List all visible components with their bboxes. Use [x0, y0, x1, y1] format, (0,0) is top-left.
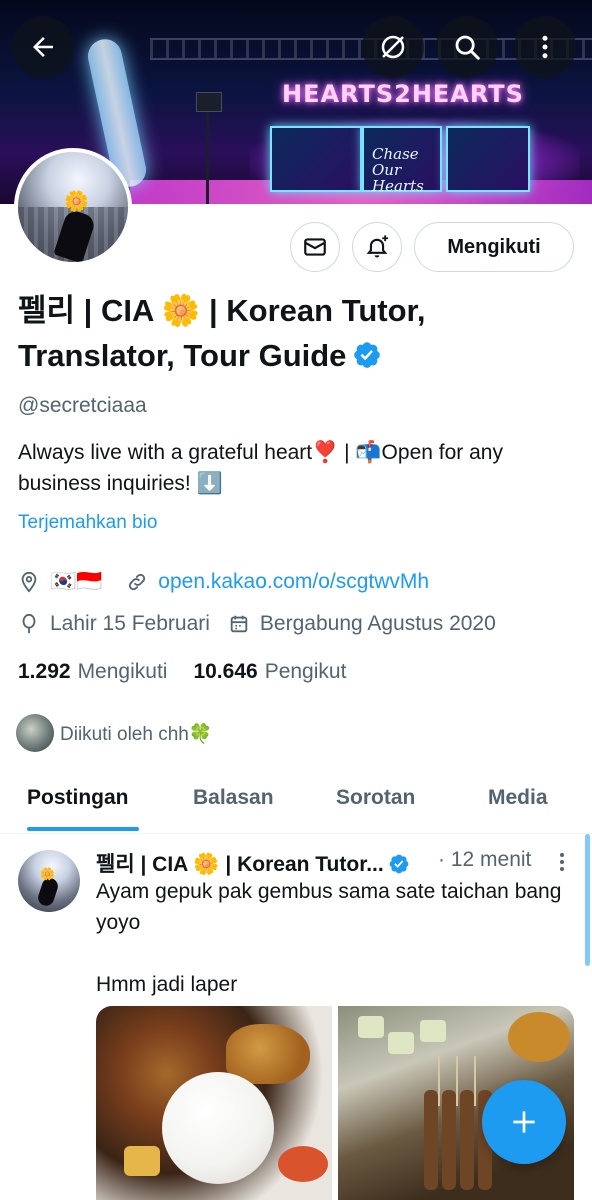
peanut-sauce-shape: [508, 1012, 570, 1062]
profile-location: 🇰🇷🇮🇩: [50, 570, 103, 593]
camera-stand: [206, 112, 209, 204]
meta-row-location-link: 🇰🇷🇮🇩 open.kakao.com/o/scgtwvMh: [18, 570, 429, 594]
skewer-stick: [438, 1056, 440, 1106]
camera-shape: [196, 92, 222, 112]
post-text: Ayam gepuk pak gembus sama sate taichan …: [96, 880, 562, 996]
tab-highlights[interactable]: Sorotan: [336, 786, 415, 810]
display-name-block: 펠리 | CIA 🌼 | Korean Tutor, Translator, T…: [18, 288, 578, 378]
satay-skewer: [424, 1090, 438, 1190]
back-button[interactable]: [12, 16, 74, 78]
more-vertical-icon: [542, 35, 548, 59]
lontong-shape: [420, 1020, 446, 1042]
arrow-left-icon: [33, 37, 53, 57]
location-pin-icon: [18, 571, 40, 593]
follower-avatar[interactable]: [16, 714, 54, 752]
hide-button[interactable]: [362, 16, 424, 78]
followed-by-text[interactable]: Diikuti oleh chh🍀: [60, 722, 213, 746]
profile-handle: @secretciaaa: [18, 394, 147, 417]
stage-screen-right: [446, 126, 530, 192]
followers-stat[interactable]: 10.646 Pengikut: [193, 660, 346, 684]
stage-screen-left: [270, 126, 362, 192]
search-icon: [455, 35, 480, 60]
satay-skewer: [442, 1090, 456, 1190]
post-verified-badge-icon: [389, 854, 409, 874]
bell-plus-icon: [366, 235, 389, 258]
post-media-image-1[interactable]: [96, 1006, 332, 1200]
stage-screen-text: Chase Our Hearts: [372, 145, 424, 195]
search-button[interactable]: [436, 16, 498, 78]
tab-replies[interactable]: Balasan: [193, 786, 274, 810]
tab-media[interactable]: Media: [488, 786, 548, 810]
tofu-shape: [124, 1146, 160, 1176]
follow-stats: 1.292 Mengikuti 10.646 Pengikut: [18, 660, 372, 684]
skewer-stick: [456, 1056, 458, 1106]
meta-row-dates: Lahir 15 Februari Bergabung Agustus 2020: [18, 612, 496, 636]
post-author-name[interactable]: 펠리 | CIA 🌼 | Korean Tutor...: [96, 848, 410, 878]
verified-badge-icon: [354, 342, 381, 368]
message-button[interactable]: [290, 222, 340, 272]
active-tab-indicator: [27, 827, 139, 831]
translate-bio-link[interactable]: Terjemahkan bio: [18, 512, 157, 534]
post-author-text: 펠리 | CIA 🌼 | Korean Tutor...: [96, 853, 384, 876]
post-author-avatar[interactable]: 🌼: [18, 850, 80, 912]
link-icon: [126, 571, 148, 593]
envelope-icon: [304, 238, 326, 256]
following-count: 1.292: [18, 660, 71, 683]
tab-posts[interactable]: Postingan: [27, 786, 129, 810]
rice-shape: [162, 1072, 274, 1184]
skewer-stick: [474, 1056, 476, 1106]
sambal-shape: [278, 1146, 328, 1182]
satay-skewer: [460, 1090, 474, 1190]
profile-avatar[interactable]: 🌼: [14, 148, 132, 266]
following-label: Mengikuti: [77, 660, 168, 683]
more-button[interactable]: [514, 16, 576, 78]
calendar-icon: [228, 613, 250, 635]
profile-joined: Bergabung Agustus 2020: [259, 612, 496, 635]
lontong-shape: [388, 1032, 414, 1054]
profile-tabs: Postingan Balasan Sorotan Media: [0, 770, 592, 834]
plus-icon: [513, 1111, 535, 1133]
followers-count: 10.646: [193, 660, 258, 683]
post-avatar-photo: 🌼: [18, 850, 80, 912]
slash-circle-icon: [381, 35, 405, 59]
notify-button[interactable]: [352, 222, 402, 272]
profile-link[interactable]: open.kakao.com/o/scgtwvMh: [158, 570, 429, 594]
following-stat[interactable]: 1.292 Mengikuti: [18, 660, 167, 684]
flower-icon: 🌼: [64, 191, 89, 213]
lontong-shape: [358, 1016, 384, 1038]
profile-bio: Always live with a grateful heart❣️ | 📬O…: [18, 441, 503, 495]
following-button[interactable]: Mengikuti: [414, 222, 574, 272]
stage-sign: HEARTS2HEARTS: [282, 80, 524, 108]
post-avatar-flower-icon: 🌼: [40, 867, 55, 881]
scroll-indicator: [585, 834, 590, 966]
compose-post-button[interactable]: [482, 1080, 566, 1164]
balloon-icon: [18, 613, 40, 635]
profile-birthday: Lahir 15 Februari: [50, 612, 210, 635]
avatar-photo: 🌼: [18, 152, 128, 262]
post-timestamp[interactable]: · 12 menit: [438, 848, 531, 872]
stage-screen-center: Chase Our Hearts: [362, 126, 442, 195]
post-more-icon[interactable]: [552, 850, 572, 874]
followers-label: Pengikut: [264, 660, 347, 683]
